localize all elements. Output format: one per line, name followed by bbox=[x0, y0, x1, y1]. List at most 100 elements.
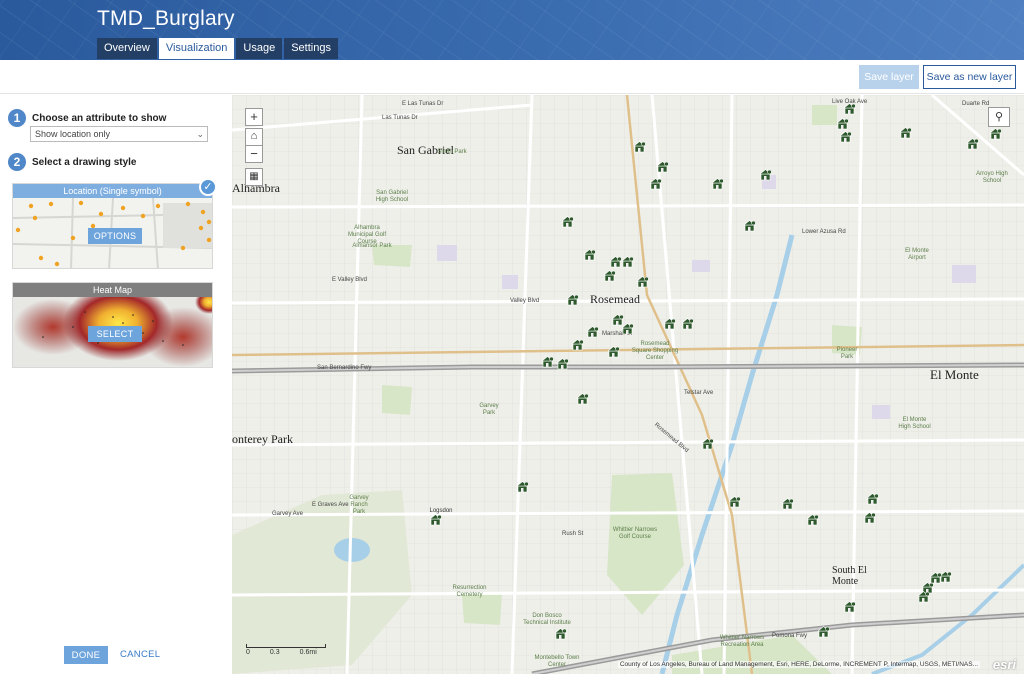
style-card-title: Heat Map bbox=[13, 283, 212, 297]
road-label: Garvey Ave bbox=[272, 511, 303, 517]
burglary-marker-icon[interactable] bbox=[744, 219, 757, 232]
burglary-marker-icon[interactable] bbox=[967, 137, 980, 150]
road-label: Telstar Ave bbox=[684, 390, 714, 396]
step-2: 2 Select a drawing style bbox=[8, 153, 137, 171]
scale-bar-line bbox=[246, 644, 326, 648]
poi-label: Don Bosco Technical Institute bbox=[523, 613, 571, 626]
zoom-out-button[interactable]: − bbox=[245, 145, 263, 163]
home-icon[interactable]: ⌂ bbox=[245, 128, 263, 146]
burglary-marker-icon[interactable] bbox=[840, 130, 853, 143]
road-label: Lower Azusa Rd bbox=[802, 229, 846, 235]
poi-label: Almansor Park bbox=[352, 243, 392, 249]
burglary-marker-icon[interactable] bbox=[918, 590, 931, 603]
burglary-marker-icon[interactable] bbox=[782, 497, 795, 510]
scale-label: 0.6mi bbox=[299, 649, 317, 656]
road-label: Las Tunas Dr bbox=[382, 115, 418, 121]
style-card-title: Location (Single symbol) bbox=[13, 184, 212, 198]
burglary-marker-icon[interactable] bbox=[562, 215, 575, 228]
tab-usage[interactable]: Usage bbox=[236, 38, 283, 59]
burglary-marker-icon[interactable] bbox=[542, 355, 555, 368]
burglary-marker-icon[interactable] bbox=[844, 102, 857, 115]
tab-overview[interactable]: Overview bbox=[97, 38, 157, 59]
burglary-marker-icon[interactable] bbox=[622, 255, 635, 268]
basemap-gallery-icon[interactable]: ▦ bbox=[245, 168, 263, 186]
poi-label: El Monte High School bbox=[898, 417, 931, 430]
burglary-marker-icon[interactable] bbox=[567, 293, 580, 306]
step-1: 1 Choose an attribute to show bbox=[8, 109, 166, 127]
burglary-marker-icon[interactable] bbox=[760, 168, 773, 181]
road-label: E Las Tunas Dr bbox=[402, 101, 444, 107]
style-card-heat-map[interactable]: Heat Map SELECT bbox=[12, 282, 213, 368]
poi-label: Pioneer Park bbox=[836, 347, 858, 360]
esri-logo: esri bbox=[992, 657, 1016, 672]
burglary-marker-icon[interactable] bbox=[650, 177, 663, 190]
burglary-marker-icon[interactable] bbox=[555, 627, 568, 640]
burglary-marker-icon[interactable] bbox=[702, 437, 715, 450]
road-label: Rush St bbox=[562, 531, 584, 537]
road-label: Duarte Rd bbox=[962, 101, 990, 107]
road-label: E Graves Ave bbox=[312, 502, 349, 508]
poi-label: Montebello Town Center bbox=[534, 655, 580, 668]
burglary-marker-icon[interactable] bbox=[557, 357, 570, 370]
burglary-marker-icon[interactable] bbox=[807, 513, 820, 526]
burglary-marker-icon[interactable] bbox=[990, 127, 1003, 140]
select-button[interactable]: SELECT bbox=[88, 326, 142, 342]
burglary-marker-icon[interactable] bbox=[517, 480, 530, 493]
burglary-marker-icon[interactable] bbox=[712, 177, 725, 190]
burglary-marker-icon[interactable] bbox=[930, 571, 943, 584]
style-card-location[interactable]: Location (Single symbol) OPTIONS bbox=[12, 183, 213, 269]
poi-label: Whittier Narrows Recreation Area bbox=[719, 635, 765, 648]
cancel-button[interactable]: CANCEL bbox=[120, 649, 160, 660]
done-button[interactable]: DONE bbox=[64, 646, 108, 664]
scale-label: 0.3 bbox=[269, 649, 280, 656]
attribute-select-value: Show location only bbox=[35, 129, 111, 139]
save-as-new-layer-button[interactable]: Save as new layer bbox=[923, 65, 1016, 89]
poi-label: Whittier Narrows Golf Course bbox=[612, 527, 658, 540]
place-label: South El Monte bbox=[832, 565, 867, 587]
burglary-marker-icon[interactable] bbox=[844, 600, 857, 613]
burglary-marker-icon[interactable] bbox=[622, 322, 635, 335]
zoom-in-button[interactable]: + bbox=[245, 108, 263, 126]
step-label: Choose an attribute to show bbox=[32, 112, 167, 124]
tab-settings[interactable]: Settings bbox=[284, 38, 338, 59]
search-icon[interactable]: ⚲ bbox=[988, 107, 1010, 127]
road-label: E Valley Blvd bbox=[332, 277, 367, 283]
tab-bar: Overview Visualization Usage Settings bbox=[97, 38, 338, 59]
burglary-marker-icon[interactable] bbox=[657, 160, 670, 173]
burglary-marker-icon[interactable] bbox=[664, 317, 677, 330]
burglary-marker-icon[interactable] bbox=[637, 275, 650, 288]
chevron-down-icon: ⌄ bbox=[196, 129, 204, 139]
place-label: El Monte bbox=[930, 367, 979, 382]
burglary-marker-icon[interactable] bbox=[587, 325, 600, 338]
map-attribution: County of Los Angeles, Bureau of Land Ma… bbox=[617, 661, 980, 668]
burglary-marker-icon[interactable] bbox=[837, 117, 850, 130]
scale-bar: 0 0.3 0.6mi bbox=[246, 644, 326, 656]
poi-label: Garvey Park bbox=[479, 403, 499, 416]
attribute-select[interactable]: Show location only ⌄ bbox=[30, 126, 208, 142]
burglary-marker-icon[interactable] bbox=[608, 345, 621, 358]
burglary-marker-icon[interactable] bbox=[867, 492, 880, 505]
burglary-marker-icon[interactable] bbox=[818, 625, 831, 638]
burglary-marker-icon[interactable] bbox=[604, 269, 617, 282]
road-label: Pomona Fwy bbox=[772, 633, 808, 639]
burglary-marker-icon[interactable] bbox=[729, 495, 742, 508]
burglary-marker-icon[interactable] bbox=[682, 317, 695, 330]
burglary-marker-icon[interactable] bbox=[900, 126, 913, 139]
burglary-marker-icon[interactable] bbox=[584, 248, 597, 261]
burglary-marker-icon[interactable] bbox=[430, 513, 443, 526]
place-label: Rosemead bbox=[590, 292, 640, 306]
burglary-marker-icon[interactable] bbox=[572, 338, 585, 351]
map-view[interactable]: San Gabriel Alhambra Rosemead El Monte S… bbox=[232, 95, 1024, 674]
poi-label: San Gabriel High School bbox=[375, 190, 409, 203]
basemap bbox=[232, 95, 1024, 674]
options-button[interactable]: OPTIONS bbox=[88, 228, 142, 244]
burglary-marker-icon[interactable] bbox=[634, 140, 647, 153]
save-layer-button[interactable]: Save layer bbox=[859, 65, 919, 89]
tab-visualization[interactable]: Visualization bbox=[158, 38, 235, 59]
burglary-marker-icon[interactable] bbox=[577, 392, 590, 405]
scale-label: 0 bbox=[246, 649, 250, 656]
poi-label: Smith Park bbox=[437, 149, 467, 155]
app-header: TMD_Burglary Overview Visualization Usag… bbox=[0, 0, 1024, 60]
burglary-marker-icon[interactable] bbox=[864, 511, 877, 524]
step-number: 1 bbox=[8, 109, 26, 127]
